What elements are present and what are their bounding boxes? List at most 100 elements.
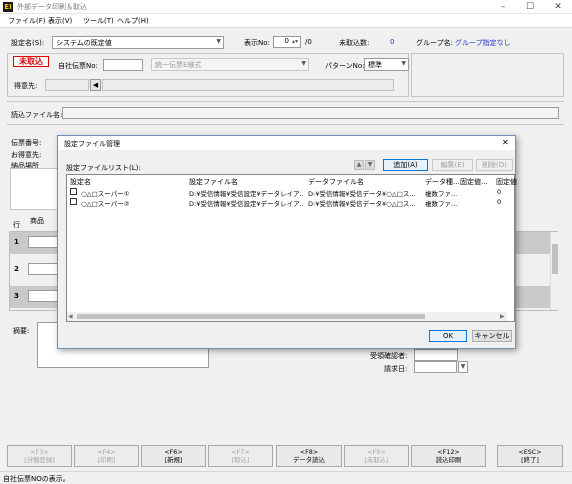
billing-date-input[interactable] xyxy=(414,361,457,373)
list-item[interactable]: ○△□スーパー① D:¥受信情報¥受信設定¥データレイア... D:¥受信情報¥… xyxy=(67,187,514,198)
scrollbar-thumb[interactable] xyxy=(77,314,425,319)
close-icon[interactable]: ✕ xyxy=(544,0,572,14)
divider xyxy=(7,124,564,125)
slip-number-label: 伝票番号: xyxy=(11,139,42,147)
scroll-left-icon[interactable]: ◀ xyxy=(68,313,73,320)
f8-read-data-button[interactable]: <F8> データ読込 xyxy=(276,445,342,467)
delete-button[interactable]: 削除(D) xyxy=(476,159,513,171)
row-checkbox[interactable] xyxy=(70,198,77,205)
receipt-checker-input[interactable] xyxy=(414,349,458,361)
f4-button: <F4> [印刷] xyxy=(74,445,139,467)
customer-code-input[interactable] xyxy=(45,79,89,91)
display-no-input[interactable]: 0 ▴▾ xyxy=(273,36,301,48)
table-row xyxy=(516,232,550,254)
f12-read-print-button[interactable]: <F12> 読込印刷 xyxy=(411,445,486,467)
menu-bar: ファイル(F) 表示(V) ツール(T) ヘルプ(H) xyxy=(0,14,572,28)
column-header-setting-file[interactable]: 設定ファイル名 xyxy=(189,177,238,187)
fixed-value: 0 xyxy=(497,198,502,206)
chevron-down-icon[interactable]: ▼ xyxy=(458,361,468,373)
cancel-button[interactable]: キャンセル xyxy=(472,330,512,342)
untaken-count-value: 0 xyxy=(390,38,395,46)
f6-new-button[interactable]: <F6> [新規] xyxy=(141,445,206,467)
billing-date-label: 請求日: xyxy=(384,365,408,373)
product-header-label: 商品 xyxy=(30,217,44,225)
scrollbar-thumb[interactable] xyxy=(552,244,558,274)
chevron-down-icon: ▼ xyxy=(401,60,406,67)
settings-list-label: 設定ファイルリスト(L): xyxy=(66,164,141,172)
untaken-count-label: 未取込数: xyxy=(339,39,370,47)
status-text: 自社伝票NOの表示。 xyxy=(3,475,70,483)
product-input[interactable] xyxy=(28,236,58,248)
menu-tools[interactable]: ツール(T) xyxy=(83,16,114,26)
setting-name: ○△□スーパー② xyxy=(81,200,130,208)
list-item[interactable]: ○△□スーパー② D:¥受信情報¥受信設定¥データレイア... D:¥受信情報¥… xyxy=(67,197,514,208)
group-name-value: グループ指定なし xyxy=(455,39,511,47)
column-header-setting-name[interactable]: 設定名 xyxy=(70,177,91,187)
customer-name-input xyxy=(102,79,394,91)
add-button[interactable]: 追加(A) xyxy=(383,159,428,171)
list-horizontal-scrollbar[interactable]: ◀ ▶ xyxy=(67,312,507,321)
column-header-data-file[interactable]: データファイル名 xyxy=(308,177,364,187)
row-header-label: 行 xyxy=(13,221,20,229)
display-no-label: 表示No: xyxy=(244,39,270,47)
column-header-fixed[interactable]: 固定値 xyxy=(496,177,517,187)
window-title-bar: EI 外部データ印刷＆取込 – ☐ ✕ xyxy=(0,0,572,14)
menu-help[interactable]: ヘルプ(H) xyxy=(117,16,149,26)
slip-type-select: 統一伝票E様式 ▼ xyxy=(151,58,309,71)
grid-scrollbar[interactable] xyxy=(550,232,558,310)
scroll-right-icon[interactable]: ▶ xyxy=(500,313,505,320)
minimize-icon[interactable]: – xyxy=(489,0,517,14)
slip-no-input[interactable] xyxy=(103,59,143,71)
settings-file-dialog: 設定ファイル管理 ✕ 設定ファイルリスト(L): ▲ ▼ 追加(A) 編集(E)… xyxy=(57,135,517,349)
edit-button[interactable]: 編集(E) xyxy=(432,159,473,171)
f7-button: <F7> [取込] xyxy=(208,445,273,467)
background-customer-label: お得意先: xyxy=(11,151,42,159)
fixed-value: 0 xyxy=(497,188,502,196)
table-row xyxy=(516,286,550,308)
setting-name-label: 設定名(S): xyxy=(11,39,45,47)
slip-no-label: 自社伝票No: xyxy=(58,62,98,70)
receipt-checker-label: 受領確認者: xyxy=(370,352,408,360)
data-file: D:¥受信情報¥受信データ¥○△□ス... xyxy=(308,200,416,208)
product-input[interactable] xyxy=(28,290,58,302)
window-title: 外部データ印刷＆取込 xyxy=(17,3,87,11)
column-header-fixed-value[interactable]: 固定値... xyxy=(460,177,488,187)
f3-button: <F3> [分類登録] xyxy=(7,445,72,467)
esc-exit-button[interactable]: <ESC> [終了] xyxy=(497,445,563,467)
row-number: 1 xyxy=(14,238,19,246)
setting-name-select[interactable]: システムの既定値 ▼ xyxy=(52,36,224,49)
row-checkbox[interactable] xyxy=(70,188,77,195)
move-up-icon[interactable]: ▲ xyxy=(354,160,364,170)
divider xyxy=(7,101,564,102)
status-bar: 自社伝票NOの表示。 xyxy=(0,471,572,484)
dialog-title: 設定ファイル管理 xyxy=(64,140,120,148)
app-icon: EI xyxy=(3,2,13,12)
remarks-label: 摘要: xyxy=(13,327,30,335)
read-file-input[interactable] xyxy=(62,107,559,119)
chevron-down-icon: ▼ xyxy=(216,38,221,45)
move-down-icon[interactable]: ▼ xyxy=(365,160,375,170)
delivery-place-box[interactable] xyxy=(10,168,58,210)
row-number: 2 xyxy=(14,265,19,273)
dialog-close-icon[interactable]: ✕ xyxy=(502,138,509,147)
maximize-icon[interactable]: ☐ xyxy=(516,0,544,14)
product-input[interactable] xyxy=(28,263,58,275)
setting-file: D:¥受信情報¥受信設定¥データレイア... xyxy=(189,200,304,208)
customer-label: 得意先: xyxy=(14,82,38,90)
group-panel xyxy=(411,53,564,97)
f9-button: <F9> [未取込] xyxy=(344,445,409,467)
pattern-no-select[interactable]: 標準 ▼ xyxy=(364,58,409,71)
display-no-total: /0 xyxy=(305,38,312,46)
data-type: 複数ファ... xyxy=(425,200,458,208)
column-header-data-type[interactable]: データ種... xyxy=(425,177,460,187)
dialog-title-bar: 設定ファイル管理 ✕ xyxy=(58,136,515,150)
row-number: 3 xyxy=(14,292,19,300)
menu-view[interactable]: 表示(V) xyxy=(48,16,72,26)
ok-button[interactable]: OK xyxy=(429,330,467,342)
arrow-left-icon[interactable]: ◀ xyxy=(90,79,101,91)
menu-file[interactable]: ファイル(F) xyxy=(8,16,46,26)
spinner-icon[interactable]: ▴▾ xyxy=(292,38,298,45)
pattern-no-label: パターンNo: xyxy=(325,62,365,70)
settings-file-list[interactable]: 設定名 設定ファイル名 データファイル名 データ種... 固定値... 固定値 … xyxy=(66,174,517,322)
chevron-down-icon: ▼ xyxy=(301,60,306,67)
